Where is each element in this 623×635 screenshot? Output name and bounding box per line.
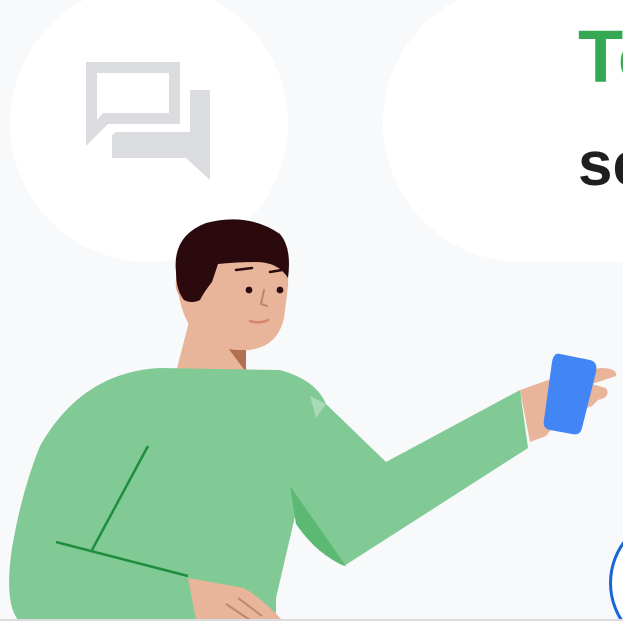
person-with-phone-illustration (9, 219, 617, 621)
right-eye (276, 286, 284, 294)
hero-section: To se (0, 0, 623, 635)
shirt (9, 368, 529, 620)
left-eye (245, 286, 253, 294)
ground-line (0, 619, 623, 635)
smartphone-icon (543, 353, 597, 435)
